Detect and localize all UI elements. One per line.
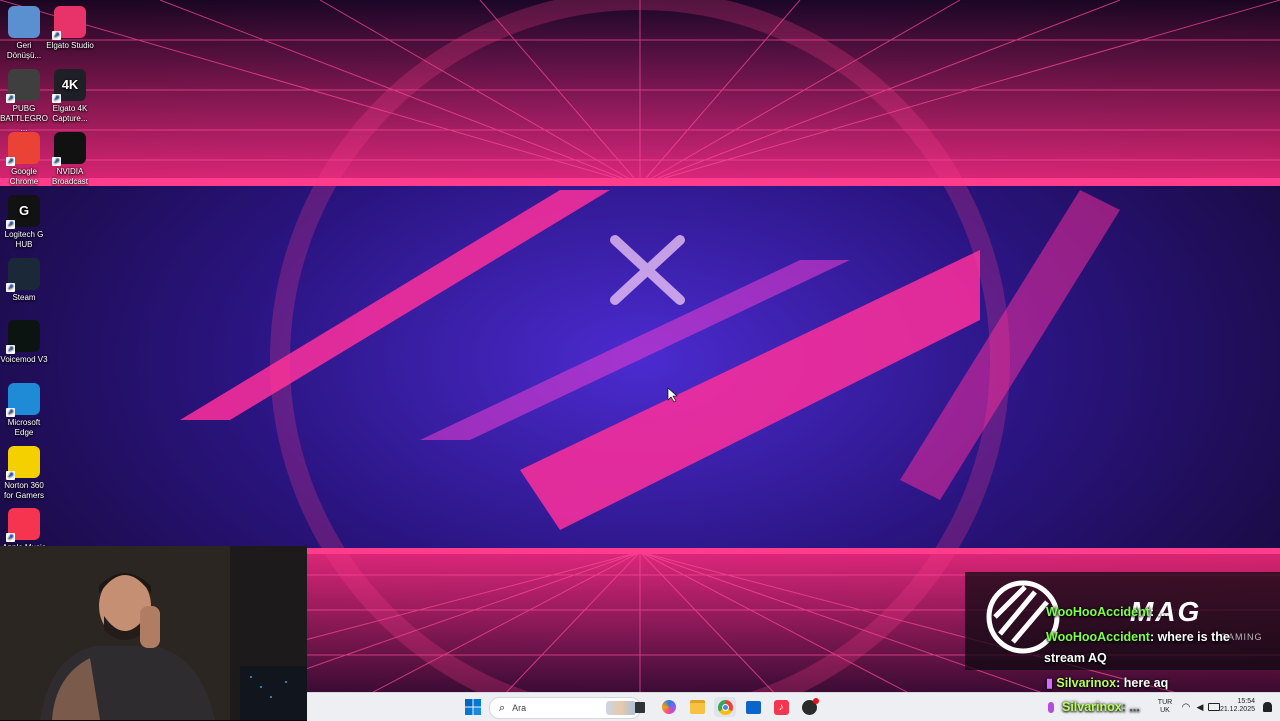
edge-icon: ↗	[6, 383, 40, 417]
shortcut-arrow-icon: ↗	[52, 157, 61, 166]
notifications-button[interactable]	[1258, 697, 1276, 717]
desktop-shortcut-label: Steam	[12, 293, 36, 302]
taskbar-search[interactable]: ⌕ Ara	[489, 697, 641, 719]
windows-logo-icon	[465, 699, 481, 715]
copilot-icon	[662, 700, 676, 714]
desktop-shortcut-label: NVIDIA Broadcast	[51, 167, 89, 186]
folder-icon	[689, 700, 705, 714]
shortcut-arrow-icon: ↗	[6, 533, 15, 542]
logitech-ghub-icon: G ↗	[6, 195, 40, 229]
elgato-4k-icon: 4K ↗	[52, 69, 86, 103]
chat-message: Silvarinox: ...	[1062, 700, 1140, 714]
pubg-icon: ↗	[6, 69, 40, 103]
voicemod-icon: ↗	[6, 320, 40, 354]
webcam-overlay	[0, 546, 307, 720]
outlook-button[interactable]	[742, 697, 764, 717]
desktop-shortcut[interactable]: ↗ Elgato Studio	[46, 2, 94, 51]
norton-icon: ↗	[6, 446, 40, 480]
search-placeholder: Ara	[512, 703, 527, 713]
desktop-shortcut[interactable]: ↗ Google Chrome	[0, 128, 48, 187]
speaker-icon: ◀	[1196, 701, 1204, 712]
clock[interactable]: 15:54 21.12.2025	[1215, 698, 1255, 714]
apple-music-icon: ↗	[6, 508, 40, 542]
chat-message: WooHooAccident: where is the	[1046, 630, 1230, 644]
obs-icon	[801, 697, 819, 715]
start-button[interactable]	[462, 697, 484, 717]
tray-mic-button[interactable]	[1040, 697, 1062, 717]
desktop-shortcut[interactable]: ↗ Voicemod V3	[0, 316, 48, 365]
microphone-icon	[1048, 701, 1054, 713]
shortcut-arrow-icon: ↗	[6, 220, 15, 229]
shortcut-arrow-icon: ↗	[6, 408, 15, 417]
bell-icon	[1262, 702, 1272, 712]
chrome-icon	[717, 699, 733, 715]
music-note-icon: ♪	[773, 699, 789, 715]
desktop-shortcut-label: Geri Dönüşü...	[6, 41, 42, 60]
desktop-shortcut-label: Voicemod V3	[0, 355, 48, 364]
desktop-shortcut[interactable]: ↗ Microsoft Edge	[0, 379, 48, 438]
elgato-studio-icon: ↗	[52, 6, 86, 40]
chat-message: stream AQ	[1044, 651, 1107, 665]
desktop-shortcut-label: Microsoft Edge	[7, 418, 41, 437]
stream-overlay: MAG GAMING	[965, 572, 1280, 670]
desktop-shortcut-label: Elgato 4K Capture...	[52, 104, 88, 123]
taskbar: ⌕ Ara ♪ Silvarinox: ... TUR UK ◠ ◀ 15:54…	[307, 692, 1280, 721]
desktop-shortcut[interactable]: 4K ↗ Elgato 4K Capture...	[46, 65, 94, 124]
desktop-shortcut[interactable]: ↗ NVIDIA Broadcast	[46, 128, 94, 187]
desktop-shortcut[interactable]: ↗ Steam	[0, 254, 48, 303]
volume-button[interactable]: ◀	[1193, 697, 1207, 717]
obs-button[interactable]	[798, 697, 820, 717]
outlook-icon	[745, 700, 761, 714]
nvidia-broadcast-icon: ↗	[52, 132, 86, 166]
desktop-shortcut-label: Norton 360 for Gamers	[3, 481, 44, 500]
network-button[interactable]: ◠	[1179, 697, 1193, 717]
file-explorer-button[interactable]	[686, 697, 708, 717]
apple-music-taskbar-button[interactable]: ♪	[770, 697, 792, 717]
shortcut-arrow-icon: ↗	[6, 283, 15, 292]
shortcut-arrow-icon: ↗	[52, 94, 61, 103]
recycle-bin-icon	[8, 6, 40, 38]
desktop-shortcut[interactable]: ↗ PUBG BATTLEGRO...	[0, 65, 48, 134]
desktop-shortcut[interactable]: Geri Dönüşü...	[0, 2, 48, 61]
steam-icon: ↗	[6, 258, 40, 292]
shortcut-arrow-icon: ↗	[52, 31, 61, 40]
desktop-shortcut-label: Google Chrome	[9, 167, 39, 186]
shortcut-arrow-icon: ↗	[6, 471, 15, 480]
chat-message: ▮ Silvarinox: here aq	[1046, 676, 1169, 690]
shortcut-arrow-icon: ↗	[6, 157, 15, 166]
task-view-button[interactable]	[629, 697, 651, 717]
copilot-button[interactable]	[658, 697, 680, 717]
chrome-icon: ↗	[6, 132, 40, 166]
wifi-icon: ◠	[1181, 701, 1191, 713]
chat-message: WooHooAccident: ...	[1046, 605, 1168, 619]
shortcut-arrow-icon: ↗	[6, 345, 15, 354]
desktop-shortcut-label: Logitech G HUB	[4, 230, 44, 249]
desktop-shortcut[interactable]: G ↗ Logitech G HUB	[0, 191, 48, 250]
language-indicator[interactable]: TUR UK	[1157, 699, 1173, 715]
desktop-shortcut-label: Elgato Studio	[46, 41, 94, 50]
desktop-shortcut[interactable]: ↗ Norton 360 for Gamers	[0, 442, 48, 501]
shortcut-arrow-icon: ↗	[6, 94, 15, 103]
search-icon: ⌕	[499, 701, 506, 714]
chrome-taskbar-button[interactable]	[714, 697, 736, 717]
task-view-icon	[635, 701, 645, 713]
